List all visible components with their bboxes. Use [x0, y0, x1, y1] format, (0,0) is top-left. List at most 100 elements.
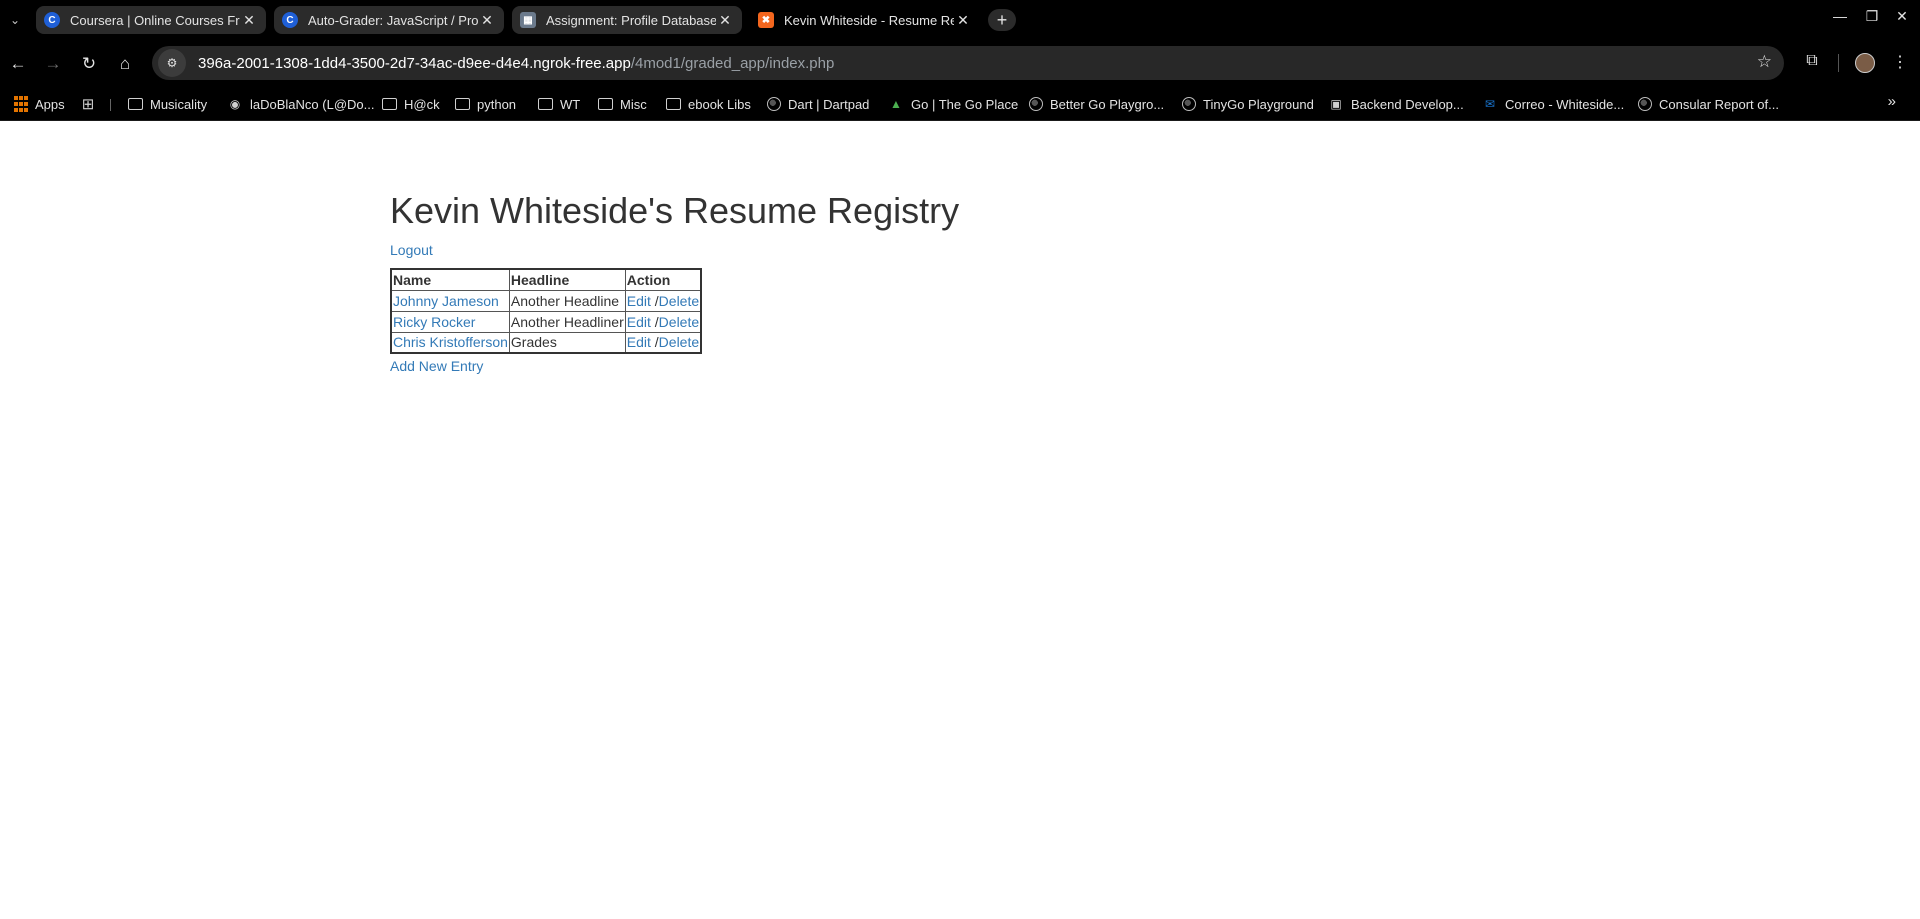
folder-icon	[455, 98, 470, 110]
delete-link[interactable]: Delete	[659, 314, 699, 330]
tab-title: Assignment: Profile Database	[546, 12, 716, 28]
tab-coursera[interactable]: C Coursera | Online Courses Fro ✕	[36, 6, 266, 34]
globe-icon	[1182, 97, 1196, 111]
bookmark-label: Dart | Dartpad	[788, 96, 870, 112]
bookmark-label: Consular Report of...	[1659, 96, 1779, 112]
grid-icon: ⊞	[81, 96, 95, 113]
site-info-icon[interactable]: ⚙	[158, 49, 186, 77]
bookmark-label: Correo - Whiteside...	[1505, 96, 1625, 112]
minimize-icon[interactable]: —	[1825, 8, 1855, 24]
bookmark-dartpad[interactable]: Dart | Dartpad	[767, 94, 869, 114]
coursera-icon: C	[282, 12, 298, 28]
globe-icon	[1638, 97, 1652, 111]
back-icon[interactable]: ←	[6, 52, 30, 76]
add-new-entry-link[interactable]: Add New Entry	[390, 358, 483, 374]
action-separator: /	[650, 313, 659, 330]
profile-avatar[interactable]	[1855, 53, 1875, 73]
tab-title: Kevin Whiteside - Resume Reg	[784, 12, 954, 28]
close-icon[interactable]: ✕	[478, 12, 496, 29]
action-cell: Edit /Delete	[624, 331, 702, 354]
bookmark-apps[interactable]: Apps	[14, 94, 65, 114]
bookmark-folder-ebook-libs[interactable]: ebook Libs	[666, 94, 751, 114]
edit-link[interactable]: Edit	[627, 334, 651, 350]
edit-link[interactable]: Edit	[627, 314, 651, 330]
bookmark-divider	[110, 99, 111, 111]
address-bar[interactable]: ⚙ 396a-2001-1308-1dd4-3500-2d7-34ac-d9ee…	[152, 46, 1784, 80]
more-bookmarks-icon[interactable]: »	[1888, 93, 1896, 110]
tab-strip: ⌄ C Coursera | Online Courses Fro ✕ C Au…	[0, 0, 1920, 40]
bookmark-go-place[interactable]: ▲ Go | The Go Place	[888, 94, 1018, 114]
bookmark-grid[interactable]: ⊞	[80, 94, 103, 114]
folder-icon	[666, 98, 681, 110]
folder-icon	[382, 98, 397, 110]
bookmark-folder-wt[interactable]: WT	[538, 94, 580, 114]
toolbar-divider	[1838, 54, 1839, 72]
bookmark-label: laDoBlaNco (L@Do...	[250, 96, 375, 112]
extensions-icon[interactable]: ⧉	[1800, 52, 1824, 70]
page-title: Kevin Whiteside's Resume Registry	[390, 190, 960, 231]
table-row: Ricky Rocker Another Headliner Edit /Del…	[390, 310, 702, 333]
bookmark-backend-developer[interactable]: ▣ Backend Develop...	[1328, 94, 1463, 114]
logout-link[interactable]: Logout	[390, 242, 433, 258]
bookmark-folder-python[interactable]: python	[455, 94, 516, 114]
tab-search-chevron-icon[interactable]: ⌄	[5, 10, 25, 30]
bookmark-folder-hack[interactable]: H@ck	[382, 94, 440, 114]
profile-name-link[interactable]: Chris Kristofferson	[393, 334, 508, 350]
forward-icon[interactable]: →	[41, 52, 65, 76]
action-cell: Edit /Delete	[624, 289, 702, 312]
bookmark-label: ebook Libs	[688, 96, 751, 112]
close-icon[interactable]: ✕	[240, 12, 258, 29]
bookmark-label: TinyGo Playground	[1203, 96, 1314, 112]
url-path: /4mod1/graded_app/index.php	[630, 54, 835, 72]
xampp-icon: ✖	[758, 12, 774, 28]
tab-auto-grader[interactable]: C Auto-Grader: JavaScript / Prof ✕	[274, 6, 504, 34]
bookmark-folder-misc[interactable]: Misc	[598, 94, 647, 114]
bookmark-correo[interactable]: ✉ Correo - Whiteside...	[1482, 94, 1624, 114]
browser-toolbar: ← → ↻ ⌂ ⚙ 396a-2001-1308-1dd4-3500-2d7-3…	[0, 40, 1920, 86]
bookmark-consular-report[interactable]: Consular Report of...	[1638, 94, 1779, 114]
headline-cell: Grades	[508, 331, 626, 354]
headline-cell: Another Headline	[508, 289, 626, 312]
bookmark-label: Go | The Go Place	[911, 96, 1019, 112]
bookmark-github[interactable]: ◉ laDoBlaNco (L@Do...	[227, 94, 375, 114]
edit-link[interactable]: Edit	[627, 293, 651, 309]
apps-icon	[14, 96, 28, 112]
action-cell: Edit /Delete	[624, 310, 702, 333]
coursera-icon: C	[44, 12, 60, 28]
bookmark-better-go-playground[interactable]: Better Go Playgro...	[1029, 94, 1164, 114]
menu-icon[interactable]: ⋮	[1888, 52, 1912, 72]
action-separator: /	[650, 334, 659, 351]
bookmark-folder-musicality[interactable]: Musicality	[128, 94, 207, 114]
url-host: 396a-2001-1308-1dd4-3500-2d7-34ac-d9ee-d…	[198, 54, 631, 72]
globe-icon	[767, 97, 781, 111]
home-icon[interactable]: ⌂	[113, 52, 137, 76]
action-separator: /	[650, 292, 659, 309]
new-tab-button[interactable]: +	[988, 9, 1016, 31]
tab-assignment[interactable]: ▦ Assignment: Profile Database ✕	[512, 6, 742, 34]
resume-table: Name Headline Action Johnny Jameson Anot…	[390, 268, 703, 354]
tab-resume-registry[interactable]: ✖ Kevin Whiteside - Resume Reg ✕	[750, 6, 980, 34]
delete-link[interactable]: Delete	[659, 293, 699, 309]
backend-icon: ▣	[1330, 97, 1342, 111]
table-row: Johnny Jameson Another Headline Edit /De…	[390, 289, 702, 312]
url-text[interactable]: 396a-2001-1308-1dd4-3500-2d7-34ac-d9ee-d…	[198, 55, 834, 72]
outlook-icon: ✉	[1484, 97, 1496, 111]
bookmark-label: Apps	[35, 96, 65, 112]
headline-cell: Another Headliner	[508, 310, 626, 333]
window-close-icon[interactable]: ✕	[1887, 8, 1917, 25]
close-icon[interactable]: ✕	[954, 12, 972, 29]
assignment-icon: ▦	[520, 12, 536, 28]
github-icon: ◉	[229, 97, 241, 111]
bookmark-label: H@ck	[404, 96, 440, 112]
reload-icon[interactable]: ↻	[77, 52, 101, 76]
folder-icon	[538, 98, 553, 110]
folder-icon	[128, 98, 143, 110]
bookmark-tinygo[interactable]: TinyGo Playground	[1182, 94, 1314, 114]
restore-icon[interactable]: ❐	[1857, 8, 1887, 25]
bookmark-star-icon[interactable]: ☆	[1757, 52, 1772, 72]
profile-name-link[interactable]: Ricky Rocker	[393, 314, 475, 330]
delete-link[interactable]: Delete	[659, 334, 699, 350]
close-icon[interactable]: ✕	[716, 12, 734, 29]
table-row: Chris Kristofferson Grades Edit /Delete	[390, 331, 702, 354]
profile-name-link[interactable]: Johnny Jameson	[393, 293, 499, 309]
